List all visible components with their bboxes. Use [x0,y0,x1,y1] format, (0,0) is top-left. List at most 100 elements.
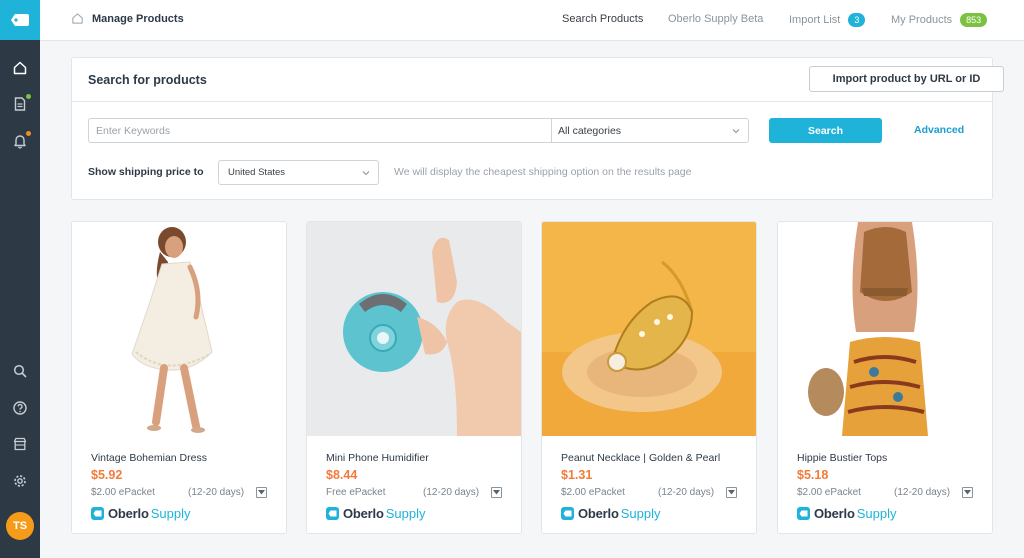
tab-label: Oberlo Supply Beta [668,13,764,25]
notifications-dot [26,131,31,136]
top-bar: Manage Products Search Products Oberlo S… [40,0,1024,41]
shipping-method: $2.00 ePacket [91,487,155,498]
supplier-brand: Oberlo Supply [561,506,660,521]
delivery-days: (12-20 days) [188,487,245,498]
shipping-dropdown[interactable] [962,487,973,498]
bustier-top-image [778,222,992,436]
product-image[interactable] [778,222,992,436]
product-card[interactable]: Vintage Bohemian Dress $5.92 $2.00 ePack… [71,221,287,534]
my-products-count-badge: 853 [960,13,988,27]
store-icon [13,437,27,451]
keyword-search-input[interactable] [88,118,551,143]
divider [72,101,992,102]
chevron-down-icon [732,129,740,134]
sidebar-item-home[interactable] [0,54,40,82]
shipping-dropdown[interactable] [256,487,267,498]
country-select-value: United States [228,167,286,178]
brand-name: Oberlo [578,506,619,521]
oberlo-tag-icon [11,14,29,26]
caret-down-icon [493,490,500,495]
delivery-days: (12-20 days) [423,487,480,498]
sidebar-item-search[interactable] [0,357,40,385]
brand-name: Oberlo [108,506,149,521]
product-image[interactable] [307,222,521,436]
delivery-days: (12-20 days) [658,487,715,498]
search-icon [13,364,27,378]
sidebar-item-help[interactable] [0,394,40,422]
tab-my-products[interactable]: My Products 853 [891,13,988,27]
bell-icon [14,135,26,149]
breadcrumb: Manage Products [71,12,184,25]
supplier-brand: Oberlo Supply [91,506,190,521]
home-icon [13,61,27,75]
brand-suffix: Supply [385,506,426,521]
help-icon [13,401,27,415]
search-button[interactable]: Search [769,118,882,143]
search-panel: Search for products Import product by UR… [71,57,1004,200]
category-select[interactable]: All categories [551,118,749,143]
tab-label: Import List [789,14,841,26]
import-by-url-button[interactable]: Import product by URL or ID [809,66,1004,92]
product-title[interactable]: Mini Phone Humidifier [326,452,429,464]
humidifier-image [307,222,521,436]
product-image[interactable] [72,222,286,436]
advanced-search-link[interactable]: Advanced [914,124,964,136]
tab-label: My Products [891,14,953,26]
product-title[interactable]: Peanut Necklace | Golden & Pearl [561,452,720,464]
delivery-days: (12-20 days) [894,487,951,498]
shipping-label: Show shipping price to [88,166,204,178]
brand-suffix: Supply [150,506,191,521]
oberlo-logo-icon [91,507,104,520]
sidebar-item-notifications[interactable] [0,127,40,155]
app-logo[interactable] [0,0,40,40]
chevron-down-icon [362,171,370,176]
product-image[interactable] [542,222,756,436]
brand-name: Oberlo [343,506,384,521]
product-card[interactable]: Hippie Bustier Tops $5.18 $2.00 ePacket … [777,221,993,534]
gear-icon [14,475,26,487]
search-panel-title: Search for products [88,73,207,87]
product-price: $8.44 [326,468,358,482]
orders-icon [14,97,26,111]
product-price: $5.18 [797,468,829,482]
import-list-count-badge: 3 [848,13,866,27]
supplier-brand: Oberlo Supply [326,506,425,521]
caret-down-icon [964,490,971,495]
oberlo-logo-icon [561,507,574,520]
oberlo-logo-icon [326,507,339,520]
sidebar-item-store[interactable] [0,430,40,458]
shipping-hint: We will display the cheapest shipping op… [394,166,692,178]
sidebar: TS [0,0,40,558]
necklace-image [542,222,756,436]
sidebar-item-orders[interactable] [0,90,40,118]
product-title[interactable]: Hippie Bustier Tops [797,452,887,464]
shipping-method: $2.00 ePacket [561,487,625,498]
shipping-dropdown[interactable] [726,487,737,498]
shipping-dropdown[interactable] [491,487,502,498]
tab-import-list[interactable]: Import List 3 [789,13,866,27]
page-title: Manage Products [92,12,184,25]
tab-label: Search Products [562,13,644,25]
tab-search-products[interactable]: Search Products [562,13,643,25]
caret-down-icon [258,490,265,495]
home-outline-icon [72,13,83,24]
supplier-brand: Oberlo Supply [797,506,896,521]
product-title[interactable]: Vintage Bohemian Dress [91,452,207,464]
sidebar-item-settings[interactable] [0,467,40,495]
product-card[interactable]: Mini Phone Humidifier $8.44 Free ePacket… [306,221,522,534]
avatar[interactable]: TS [6,512,34,540]
caret-down-icon [728,490,735,495]
brand-name: Oberlo [814,506,855,521]
orders-notification-dot [26,94,31,99]
brand-suffix: Supply [620,506,661,521]
shipping-method: $2.00 ePacket [797,487,861,498]
oberlo-logo-icon [797,507,810,520]
shipping-method: Free ePacket [326,487,386,498]
tab-oberlo-supply-beta[interactable]: Oberlo Supply Beta [668,13,763,25]
dress-model-image [72,222,286,436]
shipping-country-select[interactable]: United States [218,160,379,185]
category-select-value: All categories [558,124,622,137]
brand-suffix: Supply [856,506,897,521]
product-card[interactable]: Peanut Necklace | Golden & Pearl $1.31 $… [541,221,757,534]
product-price: $1.31 [561,468,593,482]
